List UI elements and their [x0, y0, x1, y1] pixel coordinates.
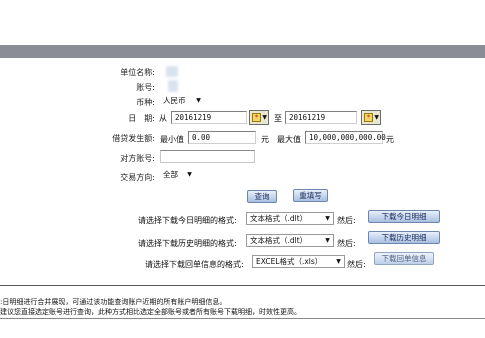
- chevron-down-icon: ▼: [325, 215, 330, 222]
- chevron-down-icon: ▼: [325, 237, 330, 244]
- min-unit-label: 元: [261, 135, 269, 144]
- currency-select[interactable]: 人民币 ▼: [160, 95, 204, 108]
- download-receipt-button[interactable]: 下载回单信息: [374, 252, 434, 265]
- currency-select-value: 人民币: [163, 96, 186, 105]
- direction-label: 交易方向:: [120, 173, 155, 182]
- chevron-down-icon: ▼: [262, 114, 267, 121]
- calendar-to-button[interactable]: * ▼: [361, 110, 381, 125]
- account-value-redacted: [168, 80, 178, 92]
- unit-name-label: 单位名称:: [120, 68, 155, 77]
- date-label: 日 期:: [128, 114, 155, 123]
- direction-select-value: 全部: [163, 170, 178, 179]
- counter-account-input[interactable]: [160, 150, 255, 163]
- download-receipt-prompt: 请选择下载回单信息的格式:: [145, 260, 244, 269]
- download-receipt-format-select[interactable]: EXCEL格式（.xls） ▼: [252, 255, 345, 268]
- reset-button[interactable]: 重填写: [293, 189, 328, 202]
- download-today-prompt: 请选择下载今日明细的格式:: [138, 216, 237, 225]
- chevron-down-icon: ▼: [336, 258, 341, 265]
- notes-bottom-divider: [0, 318, 485, 319]
- date-to-label: 至: [274, 114, 282, 123]
- amount-label: 借贷发生额:: [112, 134, 155, 143]
- download-receipt-format-value: EXCEL格式（.xls）: [256, 257, 323, 266]
- unit-name-value-redacted: [166, 66, 178, 77]
- chevron-down-icon: ▼: [196, 97, 201, 104]
- download-history-then: 然后:: [337, 239, 356, 248]
- max-unit-label: 元: [386, 135, 394, 144]
- download-history-prompt: 请选择下载历史明细的格式:: [138, 239, 237, 248]
- note-line-2: 建议您直接选定账号进行查询，此种方式相比选定全部账号或者所有账号下载明细，时效性…: [0, 308, 301, 316]
- section-header-band: [0, 45, 485, 58]
- max-amount-input[interactable]: 10,000,000,000.00: [305, 131, 386, 144]
- max-label: 最大值: [277, 135, 301, 144]
- notes-divider: [0, 285, 485, 286]
- currency-label: 币种:: [136, 98, 155, 107]
- min-amount-input[interactable]: 0.00: [188, 131, 256, 144]
- download-today-format-select[interactable]: 文本格式（.dlt） ▼: [246, 212, 334, 225]
- chevron-down-icon: ▼: [187, 171, 192, 178]
- download-today-then: 然后:: [337, 216, 356, 225]
- min-label: 最小值: [160, 135, 184, 144]
- download-history-format-value: 文本格式（.dlt）: [250, 236, 308, 245]
- calendar-icon: *: [252, 113, 261, 122]
- account-label: 账号:: [136, 83, 155, 92]
- download-history-button[interactable]: 下载历史明细: [368, 231, 440, 244]
- download-today-button[interactable]: 下载今日明细: [368, 210, 440, 223]
- download-history-format-select[interactable]: 文本格式（.dlt） ▼: [246, 234, 334, 247]
- chevron-down-icon: ▼: [374, 114, 379, 121]
- counter-account-label: 对方账号:: [120, 154, 155, 163]
- direction-select[interactable]: 全部 ▼: [160, 169, 195, 182]
- note-line-1: :日明细进行合并展现，可通过该功能查询账户近期的所有账户明细信息。: [0, 298, 227, 306]
- top-blank-area: [0, 0, 485, 25]
- download-today-format-value: 文本格式（.dlt）: [250, 214, 308, 223]
- calendar-icon: *: [364, 113, 373, 122]
- calendar-from-button[interactable]: * ▼: [249, 110, 269, 125]
- date-to-input[interactable]: 20161219: [285, 111, 357, 124]
- date-from-label: 从: [159, 114, 167, 123]
- download-receipt-then: 然后:: [347, 260, 366, 269]
- date-from-input[interactable]: 20161219: [171, 111, 247, 124]
- query-button[interactable]: 查询: [247, 190, 277, 203]
